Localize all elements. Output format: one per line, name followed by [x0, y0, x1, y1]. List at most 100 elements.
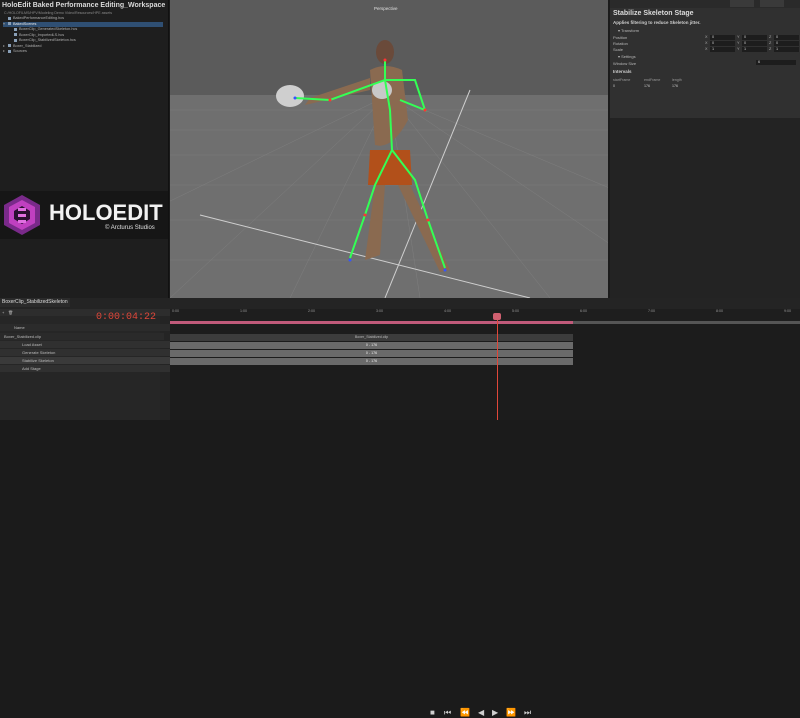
range-bar[interactable]	[170, 321, 800, 324]
timeline-clips[interactable]: Boxer_Stabilized.clip 0 - 176 0 - 176 0 …	[170, 321, 800, 420]
inspector-content: Stabilize Skeleton Stage Applies filteri…	[610, 8, 800, 118]
close-button[interactable]	[760, 0, 784, 7]
axis-label-y: Y	[737, 47, 740, 51]
stage-description: Applies filtering to reduce Skeleton jit…	[613, 20, 701, 25]
record-icon[interactable]: ■	[430, 708, 435, 717]
timeline-track[interactable]: Generate Skeleton	[0, 349, 182, 356]
project-tree-label: BakedScenes	[13, 21, 37, 26]
skip-start-icon[interactable]: ⏮	[444, 708, 451, 718]
brand-subtitle: © Arcturus Studios	[105, 225, 155, 231]
transform-field-z[interactable]: 0	[774, 35, 799, 40]
interval-col-start: startFrame	[613, 78, 631, 82]
reverse-play-icon[interactable]: ◀	[478, 708, 484, 717]
timecode-display: 0:00:04:22	[95, 312, 156, 323]
ruler-tick-label: 4:00	[444, 309, 451, 313]
timeline-tab[interactable]: BoxerClip_StabilizedSkeleton	[0, 298, 70, 307]
track-label: Add Stage	[22, 366, 41, 371]
transform-field-z[interactable]: 1	[774, 47, 799, 52]
playhead[interactable]	[497, 313, 498, 420]
project-tree-item[interactable]: ▸ Sources	[3, 49, 163, 55]
add-track-icon[interactable]: +	[2, 309, 4, 316]
play-icon[interactable]: ▶	[492, 708, 498, 717]
clip-load-asset[interactable]: 0 - 176	[170, 342, 573, 349]
project-tree-label: Sources	[13, 49, 27, 53]
transform-field-z[interactable]: 0	[774, 41, 799, 46]
transport-controls: ■ ⏮ ⏪ ◀ ▶ ⏩ ⏭	[430, 708, 570, 718]
project-panel: HoloEdit Baked Performance Editing_Works…	[0, 0, 169, 298]
timeline-track[interactable]: Stabilize Skeleton	[0, 357, 182, 364]
delete-track-icon[interactable]: 🗑	[8, 309, 13, 316]
holoedit-logo: HOLOEDIT © Arcturus Studios	[0, 191, 168, 239]
stage-title: Stabilize Skeleton Stage	[613, 10, 694, 17]
settings-header-label: Settings	[621, 54, 636, 59]
transform-field-y[interactable]: 1	[742, 47, 767, 52]
transform-field-x[interactable]: 1	[710, 47, 735, 52]
track-label: Stabilize Skeleton	[22, 358, 54, 363]
intervals-header: Intervals	[613, 69, 632, 74]
clip-stabilize-skeleton[interactable]: 0 - 176	[170, 358, 573, 365]
timeline-ruler[interactable]: 0:00 1:00 2:00 3:00 4:00 5:00 6:00 7:00 8:00 9:00	[170, 309, 800, 321]
file-icon	[14, 27, 17, 31]
holoedit-logo-icon	[4, 195, 40, 235]
project-tree-label: Boxer_Stabilized	[13, 43, 42, 48]
transform-label: Scale	[613, 47, 624, 52]
settings-header: ▾ Settings	[618, 54, 636, 59]
transform-field-x[interactable]: 0	[710, 41, 735, 46]
interval-col-end: endFrame	[644, 78, 661, 82]
timeline-track[interactable]: Boxer_Stabilized.clip	[0, 333, 164, 340]
range-fill	[170, 321, 573, 324]
ruler-tick-label: 9:00	[784, 309, 791, 313]
inspector-panel: Stabilize Skeleton Stage Applies filteri…	[610, 0, 800, 298]
playhead-handle[interactable]	[493, 313, 501, 320]
window-size-field[interactable]: 6	[756, 60, 796, 65]
interval-col-length: length	[672, 78, 682, 82]
transform-header-label: Transform	[621, 28, 640, 33]
ruler-tick-label: 7:00	[648, 309, 655, 313]
file-icon	[14, 33, 17, 36]
step-forward-icon[interactable]: ⏩	[506, 708, 516, 717]
clip-generate-skeleton[interactable]: 0 - 176	[170, 350, 573, 357]
step-back-icon[interactable]: ⏪	[460, 708, 470, 717]
ruler-tick-label: 2:00	[308, 309, 315, 313]
axis-label-z: Z	[769, 41, 772, 45]
3d-viewport[interactable]: Perspective	[170, 0, 608, 298]
project-tree-label: BoxerClip_GeneratedSkeleton.hcs	[19, 27, 78, 31]
file-icon	[8, 49, 11, 53]
axis-label-x: X	[705, 35, 708, 39]
track-list: + 🗑 0:00:04:22 Name Boxer_Stabilized.cli…	[0, 309, 182, 420]
name-column-header: Name	[0, 324, 174, 331]
transform-label: Position	[613, 35, 628, 40]
file-icon	[14, 38, 17, 42]
interval-start[interactable]: 0	[613, 84, 615, 88]
axis-label-z: Z	[769, 35, 772, 39]
transform-field-x[interactable]: 0	[710, 35, 735, 40]
ruler-tick-label: 5:00	[512, 309, 519, 313]
interval-end[interactable]: 176	[644, 84, 650, 88]
skip-end-icon[interactable]: ⏭	[524, 708, 531, 718]
axis-label-y: Y	[737, 41, 740, 45]
ruler-tick-label: 8:00	[716, 309, 723, 313]
project-tree-label: BoxerClip_StabilizedSkeleton.hcs	[19, 38, 76, 42]
transform-field-y[interactable]: 0	[742, 35, 767, 40]
interval-length[interactable]: 176	[672, 84, 678, 88]
window-size-label: Window Size	[613, 61, 637, 66]
axis-label-x: X	[705, 47, 708, 51]
transform-label: Rotation	[613, 41, 628, 46]
transform-field-y[interactable]: 0	[742, 41, 767, 46]
project-tree: BakedPerformanceEditing.hcs ▾ BakedScenes B…	[3, 16, 163, 55]
axis-label-x: X	[705, 41, 708, 45]
viewport-label: Perspective	[374, 6, 398, 11]
project-tree-label: BoxerClip_ImportedLS.hcs	[19, 32, 65, 37]
ruler-tick-label: 0:00	[172, 309, 179, 313]
clip-title-bar[interactable]: Boxer_Stabilized.clip	[170, 334, 573, 341]
timeline-panel: BoxerClip_StabilizedSkeleton + 🗑 0:00:04…	[0, 298, 800, 717]
project-tree-label: BakedPerformanceEditing.hcs	[13, 16, 65, 20]
timeline-track[interactable]: Add Stage	[0, 365, 182, 372]
transform-header: ▾ Transform	[618, 28, 640, 33]
timeline-track[interactable]: Load Asset	[0, 341, 182, 348]
inspector-toolbar	[610, 0, 800, 8]
viewport-scene	[170, 0, 608, 298]
file-icon	[8, 22, 11, 25]
minimize-button[interactable]	[730, 0, 754, 7]
ruler-tick-label: 6:00	[580, 309, 587, 313]
